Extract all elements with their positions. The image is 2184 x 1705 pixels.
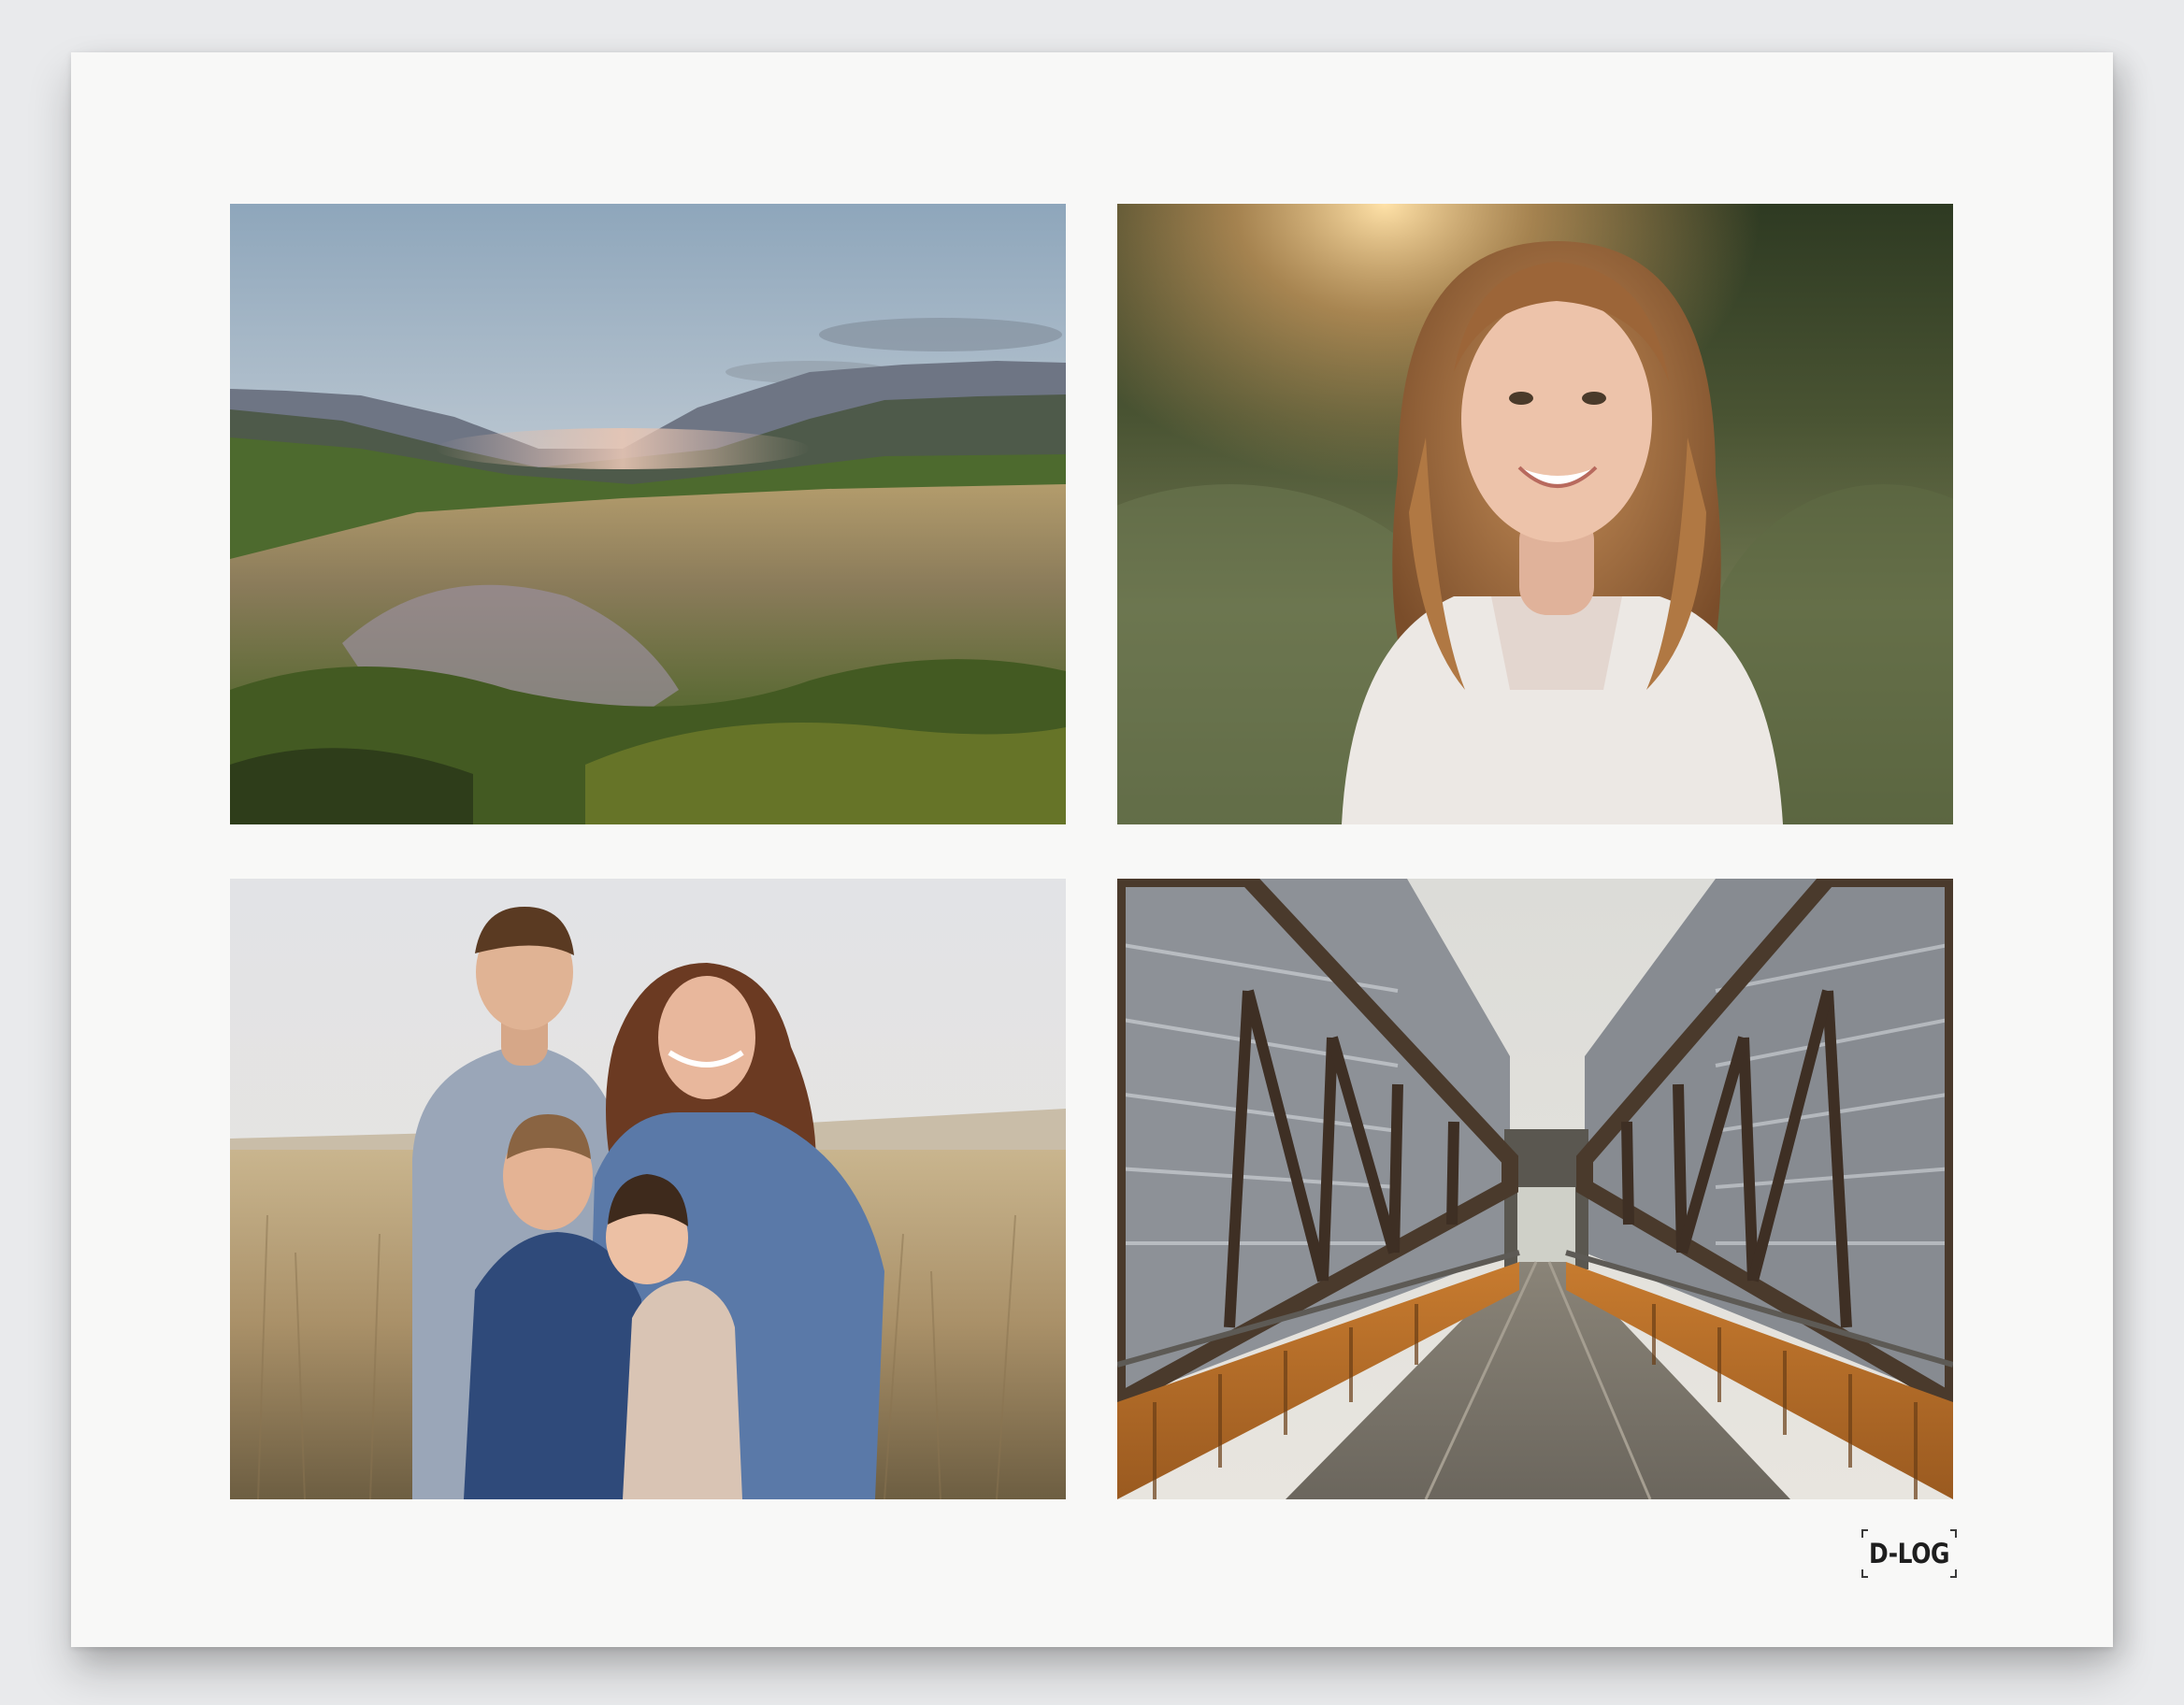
bridge-walkway-photo: [1117, 879, 1953, 1499]
logo-text: D-LOG: [1868, 1538, 1950, 1569]
family-portrait-photo: [230, 879, 1066, 1499]
woman-portrait-photo: [1117, 204, 1953, 824]
print-sheet: D-LOG: [71, 52, 2113, 1647]
logo: D-LOG: [1861, 1528, 1958, 1579]
landscape-photo: [230, 204, 1066, 824]
